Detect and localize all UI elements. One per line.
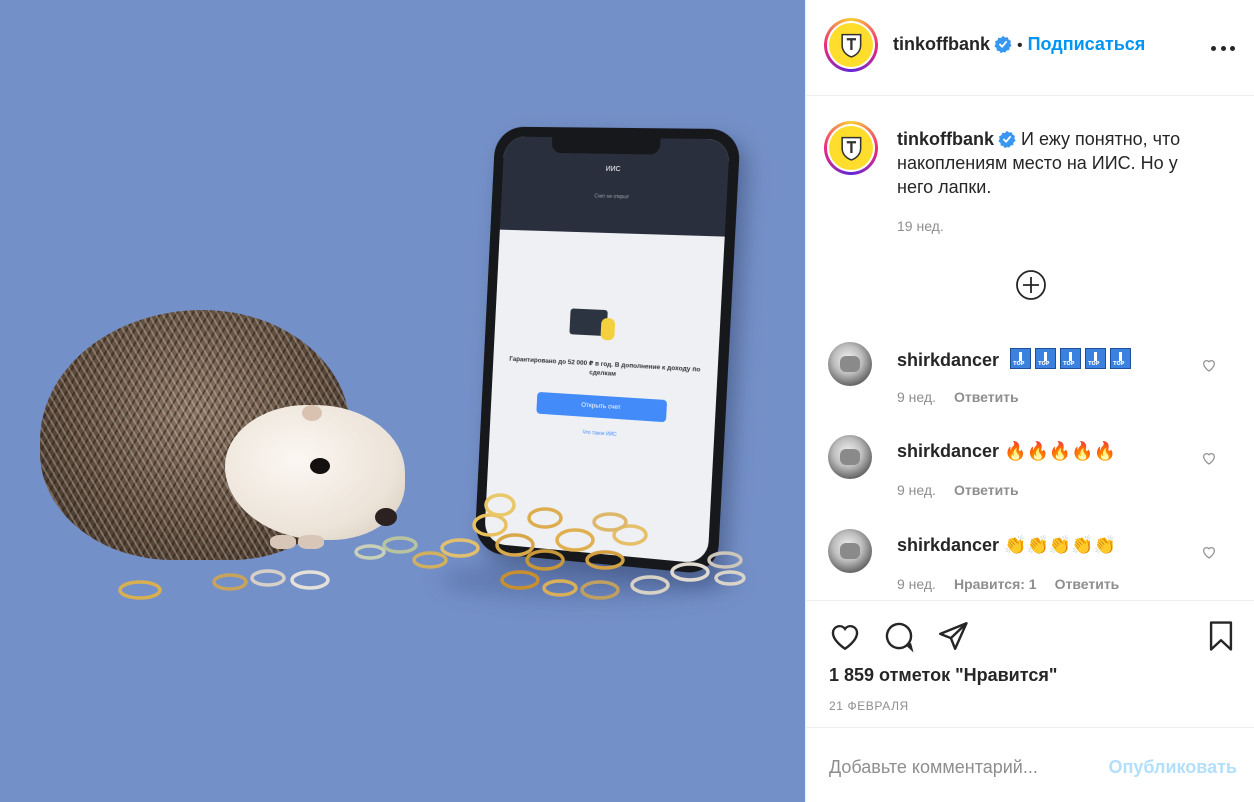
ring	[412, 551, 448, 569]
author-avatar[interactable]	[824, 18, 878, 72]
ring	[440, 538, 480, 558]
top-arrow-emoji-icon	[1010, 348, 1032, 369]
post-date[interactable]: 21 ФЕВРАЛЯ	[829, 699, 909, 713]
verified-badge-icon	[994, 35, 1012, 53]
comment-text: 👏👏👏👏👏	[1004, 535, 1117, 555]
comment-time[interactable]: 9 нед.	[897, 389, 936, 405]
ring	[707, 551, 743, 569]
load-more-comments-icon[interactable]	[1015, 269, 1047, 301]
comment-text: 🔥🔥🔥🔥🔥	[1004, 441, 1117, 461]
more-options-icon[interactable]	[1211, 36, 1235, 60]
author-username[interactable]: tinkoffbank	[893, 34, 990, 54]
tinkoff-logo-icon	[829, 23, 873, 67]
ring	[484, 493, 516, 517]
top-arrow-emoji-icon	[1085, 348, 1107, 369]
ring	[354, 544, 386, 560]
commenter-avatar[interactable]	[828, 529, 872, 573]
reply-button[interactable]: Ответить	[954, 389, 1019, 405]
caption-time[interactable]: 19 нед.	[897, 218, 944, 234]
comment-body: shirkdancer 🔥🔥🔥🔥🔥	[897, 441, 1116, 462]
coin-rings	[118, 493, 746, 600]
post-image[interactable]: ИИС Счет не открыт Гарантировано до 52 0…	[0, 0, 805, 802]
publish-button[interactable]: Опубликовать	[1108, 757, 1237, 778]
top-arrow-emoji-icon	[1060, 348, 1082, 369]
comment-body: shirkdancer 👏👏👏👏👏	[897, 535, 1116, 556]
ring	[382, 536, 418, 554]
ring	[670, 562, 710, 582]
ring	[580, 580, 620, 600]
ring	[495, 533, 535, 557]
likes-count[interactable]: 1 859 отметок "Нравится"	[829, 665, 1057, 686]
ring	[118, 580, 162, 600]
caption-text-block: tinkoffbank И ежу понятно, что накоплени…	[897, 127, 1217, 199]
top-arrow-emoji-icon	[1035, 348, 1057, 369]
comment-likes-count[interactable]: Нравится: 1	[954, 576, 1037, 592]
like-heart-icon[interactable]	[828, 619, 862, 653]
comment-like-icon[interactable]	[1201, 544, 1217, 560]
comment-like-icon[interactable]	[1201, 450, 1217, 466]
tinkoff-logo-icon	[829, 126, 873, 170]
header-author-row: tinkoffbank • Подписаться	[893, 34, 1145, 55]
verified-badge-icon	[998, 130, 1016, 148]
ring	[525, 549, 565, 571]
post-header: tinkoffbank • Подписаться	[806, 0, 1254, 96]
ring	[630, 575, 670, 595]
reply-button[interactable]: Ответить	[954, 482, 1019, 498]
top-arrow-emoji-icon	[1110, 348, 1132, 369]
ring	[592, 512, 628, 532]
caption-author[interactable]: tinkoffbank	[897, 129, 994, 149]
side-panel: tinkoffbank • Подписаться tinkoffbank И еж…	[805, 0, 1254, 802]
share-send-icon[interactable]	[936, 619, 970, 653]
separator-dot: •	[1017, 37, 1023, 54]
comment-author[interactable]: shirkdancer	[897, 441, 999, 461]
ring	[585, 550, 625, 570]
comment-time[interactable]: 9 нед.	[897, 482, 936, 498]
comment-input[interactable]	[829, 752, 1119, 782]
ring	[714, 570, 746, 586]
ring	[527, 507, 563, 529]
comment-like-icon[interactable]	[1201, 357, 1217, 373]
ring	[290, 570, 330, 590]
comment-time[interactable]: 9 нед.	[897, 576, 936, 592]
comment-meta: 9 нед. Нравится: 1 Ответить	[897, 576, 1137, 592]
comment-bubble-icon[interactable]	[882, 619, 916, 653]
save-bookmark-icon[interactable]	[1204, 619, 1238, 653]
comment-meta: 9 нед. Ответить	[897, 482, 1037, 498]
comment-author[interactable]: shirkdancer	[897, 535, 999, 555]
ring	[250, 569, 286, 587]
comment-meta: 9 нед. Ответить	[897, 389, 1037, 405]
comment-item: shirkdancer 🔥🔥🔥🔥🔥 9 нед. Ответить	[806, 435, 1254, 527]
comment-body: shirkdancer	[897, 348, 1135, 371]
follow-button[interactable]: Подписаться	[1028, 34, 1146, 54]
ring	[555, 528, 595, 552]
reply-button[interactable]: Ответить	[1055, 576, 1120, 592]
commenter-avatar[interactable]	[828, 342, 872, 386]
comment-item: shirkdancer 9 нед. Ответить	[806, 342, 1254, 434]
commenter-avatar[interactable]	[828, 435, 872, 479]
ring	[472, 513, 508, 537]
comment-author[interactable]: shirkdancer	[897, 350, 999, 370]
ring	[212, 573, 248, 591]
post-actions: 1 859 отметок "Нравится" 21 ФЕВРАЛЯ	[806, 600, 1254, 727]
caption-author-avatar[interactable]	[824, 121, 878, 175]
add-comment-bar: Опубликовать	[806, 727, 1254, 802]
ring	[542, 579, 578, 597]
ring	[500, 570, 540, 590]
comment-badges	[1010, 348, 1135, 370]
